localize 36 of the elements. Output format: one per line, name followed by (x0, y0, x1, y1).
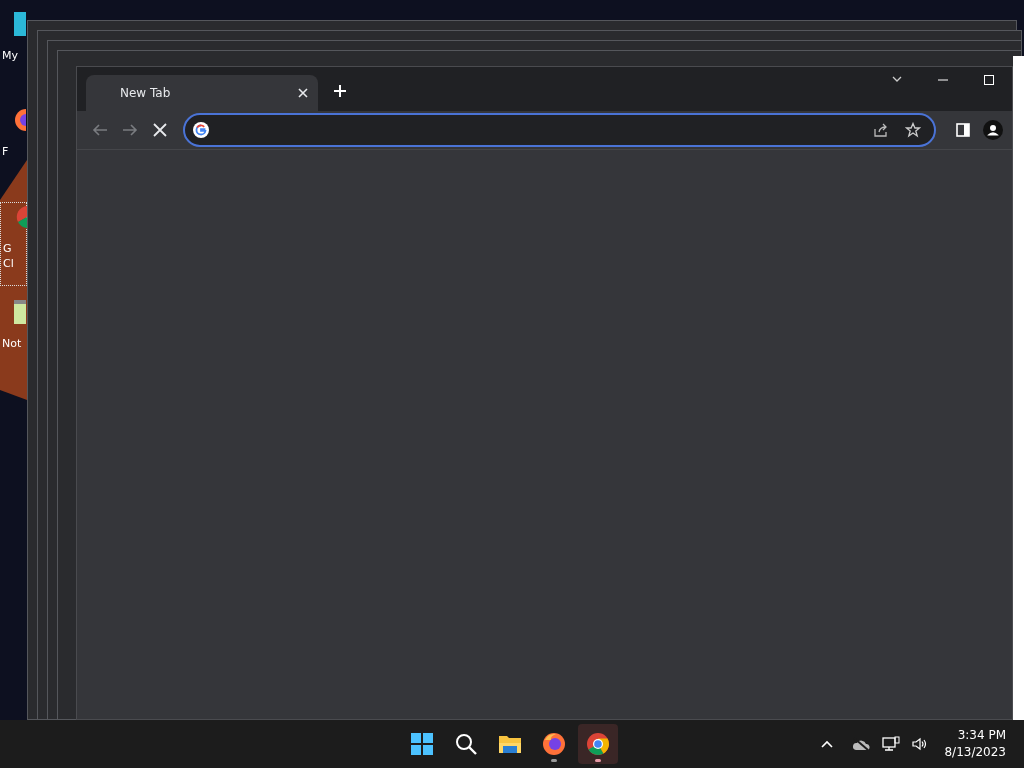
side-panel-icon (956, 123, 970, 137)
share-icon (873, 122, 889, 138)
notepad-icon (14, 300, 26, 324)
close-icon (298, 88, 308, 98)
chrome-button[interactable] (578, 724, 618, 764)
desktop-shortcut[interactable]: My (0, 10, 27, 94)
desktop-shortcut[interactable]: Not (0, 298, 27, 382)
clock-time: 3:34 PM (957, 727, 1006, 744)
chrome-icon (15, 205, 27, 229)
speaker-icon (912, 737, 929, 751)
firefox-icon (14, 108, 26, 132)
windows-logo-icon (410, 732, 434, 756)
computer-icon (14, 12, 26, 36)
star-icon (905, 122, 921, 138)
chrome-icon (586, 732, 610, 756)
person-icon (983, 120, 1003, 140)
profile-button[interactable] (980, 117, 1006, 143)
running-indicator (595, 759, 601, 762)
clock[interactable]: 3:34 PM 8/13/2023 (944, 727, 1006, 761)
close-button[interactable] (298, 88, 308, 98)
forward-arrow-icon (122, 122, 138, 138)
running-indicator (551, 759, 557, 762)
maximize-icon (983, 74, 995, 86)
google-icon (193, 122, 209, 138)
close-icon (152, 122, 168, 138)
cloud-offline-icon (852, 737, 871, 751)
network-icon (882, 736, 901, 752)
clock-date: 8/13/2023 (944, 744, 1006, 761)
back-arrow-icon (92, 122, 108, 138)
caret-up-icon (820, 739, 835, 749)
search-icon (454, 732, 478, 756)
plus-icon (333, 84, 347, 98)
address-bar[interactable] (183, 113, 936, 147)
desktop-shortcut[interactable]: F (0, 106, 27, 190)
browser-tab[interactable]: New Tab (86, 75, 318, 111)
firefox-icon (542, 732, 566, 756)
